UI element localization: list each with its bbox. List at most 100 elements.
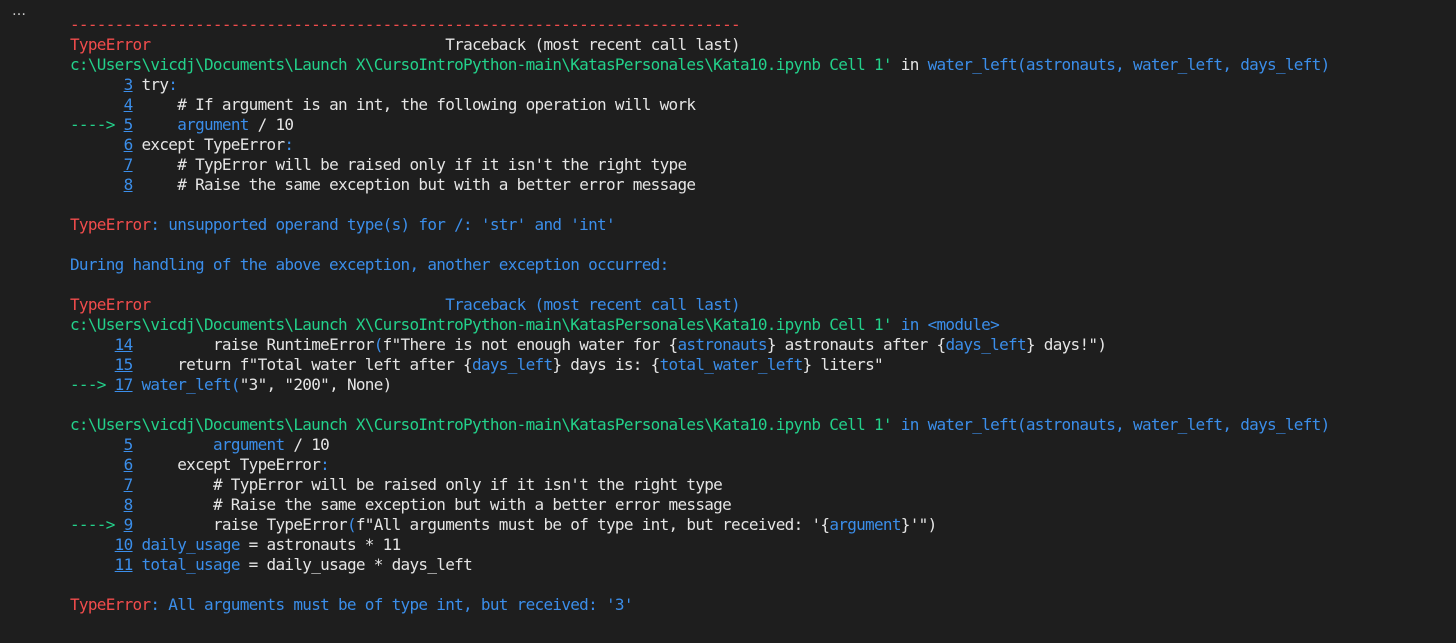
traceback-line-path: c:\Users\vicdj\Documents\Launch X\CursoI… xyxy=(70,415,1450,435)
traceback-text: ( xyxy=(373,335,384,354)
traceback-text: try xyxy=(132,75,169,94)
line-number-link[interactable]: 7 xyxy=(124,155,134,174)
traceback-text: in xyxy=(891,55,928,74)
traceback-line-error: TypeError: unsupported operand type(s) f… xyxy=(70,215,1450,235)
traceback-line-code: 8 # Raise the same exception but with a … xyxy=(70,175,1450,195)
line-number-link[interactable]: 9 xyxy=(124,515,134,534)
traceback-text: } liters" xyxy=(802,355,884,374)
line-number-link[interactable]: 10 xyxy=(115,535,134,554)
line-number-link[interactable]: 5 xyxy=(124,115,134,134)
line-number-link[interactable]: 3 xyxy=(124,75,134,94)
traceback-line-blank xyxy=(70,235,1450,255)
traceback-text: : unsupported operand type(s) for /: 'st… xyxy=(150,215,615,234)
traceback-text: ---> xyxy=(70,375,115,394)
traceback-text: water_left(astronauts, water_left, days_… xyxy=(927,55,1331,74)
traceback-text: = daily_usage * days_left xyxy=(239,555,473,574)
traceback-text: : xyxy=(284,135,294,154)
traceback-text xyxy=(150,295,445,314)
traceback-line-code: 3 try: xyxy=(70,75,1450,95)
line-number-link[interactable]: 11 xyxy=(115,555,134,574)
traceback-text: Traceback (most recent call last) xyxy=(445,295,740,314)
traceback-text: # If argument is an int, the following o… xyxy=(132,95,696,114)
traceback-text: total_usage xyxy=(141,555,240,574)
traceback-line-sep: ----------------------------------------… xyxy=(70,15,1450,35)
traceback-text xyxy=(150,35,445,54)
traceback-text: <module> xyxy=(927,315,1000,334)
traceback-text: TypeError xyxy=(70,295,151,314)
traceback-text: ( xyxy=(346,515,357,534)
traceback-line-info: During handling of the above exception, … xyxy=(70,255,1450,275)
traceback-text xyxy=(133,435,213,454)
traceback-text: days_left xyxy=(472,355,553,374)
line-number-link[interactable]: 14 xyxy=(115,335,134,354)
traceback-line-path: c:\Users\vicdj\Documents\Launch X\CursoI… xyxy=(70,55,1450,75)
traceback-text xyxy=(70,535,115,554)
traceback-text xyxy=(70,555,115,574)
traceback-line-code: ---> 17 water_left("3", "200", None) xyxy=(70,375,1450,395)
traceback-text xyxy=(70,135,124,154)
line-number-link[interactable]: 15 xyxy=(115,355,134,374)
traceback-text: argument xyxy=(829,515,901,534)
traceback-text: During handling of the above exception, … xyxy=(70,255,669,274)
traceback-text: raise RuntimeError xyxy=(132,335,374,354)
traceback-text: c:\Users\vicdj\Documents\Launch X\CursoI… xyxy=(70,415,893,434)
traceback-text: : xyxy=(168,75,178,94)
traceback-line-header: TypeError Traceback (most recent call la… xyxy=(70,35,1450,55)
traceback-text: / 10 xyxy=(284,435,330,454)
traceback-text xyxy=(70,335,115,354)
traceback-text: ----> xyxy=(70,515,124,534)
line-number-link[interactable]: 5 xyxy=(124,435,134,454)
traceback-line-header: TypeError Traceback (most recent call la… xyxy=(70,295,1450,315)
traceback-text: c:\Users\vicdj\Documents\Launch X\CursoI… xyxy=(70,315,893,334)
line-number-link[interactable]: 7 xyxy=(124,475,134,494)
traceback-text: argument xyxy=(177,115,249,134)
traceback-text: # Raise the same exception but with a be… xyxy=(132,175,696,194)
traceback-text: } days!") xyxy=(1025,335,1107,354)
traceback-text: } days is: { xyxy=(552,355,660,374)
traceback-text: } astronauts after { xyxy=(766,335,946,354)
traceback-text: ----------------------------------------… xyxy=(70,15,741,34)
traceback-line-code: 6 except TypeError: xyxy=(70,135,1450,155)
traceback-text xyxy=(70,435,124,454)
line-number-link[interactable]: 8 xyxy=(124,495,134,514)
traceback-line-code: 4 # If argument is an int, the following… xyxy=(70,95,1450,115)
traceback-line-blank xyxy=(70,195,1450,215)
traceback-text: }'") xyxy=(900,515,937,534)
line-number-link[interactable]: 8 xyxy=(124,175,134,194)
traceback-text xyxy=(133,115,178,134)
traceback-line-code: 14 raise RuntimeError(f"There is not eno… xyxy=(70,335,1450,355)
traceback-text xyxy=(70,155,124,174)
traceback-text: f"All arguments must be of type int, but… xyxy=(355,515,830,534)
traceback-text: : xyxy=(320,455,330,474)
traceback-text: = astronauts * 11 xyxy=(239,535,402,554)
traceback-text: / 10 xyxy=(248,115,294,134)
traceback-text: Traceback (most recent call last) xyxy=(445,35,740,54)
traceback-text: # TypError will be raised only if it isn… xyxy=(132,155,687,174)
traceback-line-code: ----> 5 argument / 10 xyxy=(70,115,1450,135)
traceback-text: water_left(astronauts, water_left, days_… xyxy=(927,415,1331,434)
traceback-text: except TypeError xyxy=(132,135,285,154)
traceback-line-code: 10 daily_usage = astronauts * 11 xyxy=(70,535,1450,555)
traceback-text: TypeError xyxy=(70,215,151,234)
traceback-text: in xyxy=(891,315,928,334)
line-number-link[interactable]: 6 xyxy=(124,135,134,154)
traceback-text xyxy=(70,75,124,94)
traceback-text xyxy=(70,495,124,514)
traceback-line-code: 7 # TypError will be raised only if it i… xyxy=(70,475,1450,495)
traceback-text: total_water_left xyxy=(659,355,804,374)
traceback-line-code: ----> 9 raise TypeError(f"All arguments … xyxy=(70,515,1450,535)
line-number-link[interactable]: 6 xyxy=(124,455,134,474)
traceback-line-blank xyxy=(70,395,1450,415)
traceback-line-error: TypeError: All arguments must be of type… xyxy=(70,595,1450,615)
traceback-text: return f"Total water left after { xyxy=(132,355,472,374)
traceback-text: argument xyxy=(212,435,285,454)
traceback-line-code: 5 argument / 10 xyxy=(70,435,1450,455)
traceback-text: in xyxy=(891,415,928,434)
traceback-line-code: 8 # Raise the same exception but with a … xyxy=(70,495,1450,515)
line-number-link[interactable]: 4 xyxy=(124,95,134,114)
more-actions-icon[interactable]: … xyxy=(12,2,34,20)
traceback-text: f"There is not enough water for { xyxy=(382,335,678,354)
line-number-link[interactable]: 17 xyxy=(115,375,134,394)
traceback-line-code: 7 # TypError will be raised only if it i… xyxy=(70,155,1450,175)
traceback-text xyxy=(70,175,124,194)
